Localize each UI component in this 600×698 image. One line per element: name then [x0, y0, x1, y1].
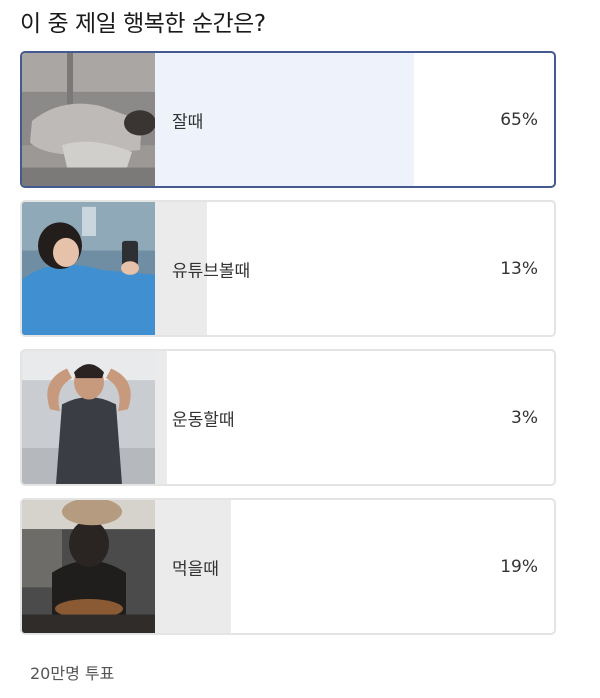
poll-option-sleeping[interactable]: 잘때 65%: [20, 51, 556, 188]
thumbnail-image-youtube: [22, 202, 155, 335]
poll-option-youtube[interactable]: 유튜브볼때 13%: [20, 200, 556, 337]
option-label: 유튜브볼때: [172, 261, 251, 281]
thumbnail-image-eating: [22, 500, 155, 633]
option-percent: 13%: [500, 258, 538, 279]
poll-question: 이 중 제일 행복한 순간은?: [20, 11, 266, 37]
option-label: 잘때: [172, 112, 204, 132]
poll-option-eating[interactable]: 먹을때 19%: [20, 498, 556, 635]
option-percent: 3%: [511, 407, 538, 428]
option-label: 운동할때: [172, 410, 235, 430]
thumbnail-image-workout: [22, 351, 155, 484]
option-percent: 19%: [500, 556, 538, 577]
thumbnail-image-sleeping: [22, 53, 155, 186]
option-percent: 65%: [500, 109, 538, 130]
option-label: 먹을때: [172, 559, 219, 579]
result-bar-track: [155, 53, 554, 186]
result-bar-fill: [155, 351, 167, 484]
total-votes: 20만명 투표: [30, 664, 115, 683]
poll-option-workout[interactable]: 운동할때 3%: [20, 349, 556, 486]
